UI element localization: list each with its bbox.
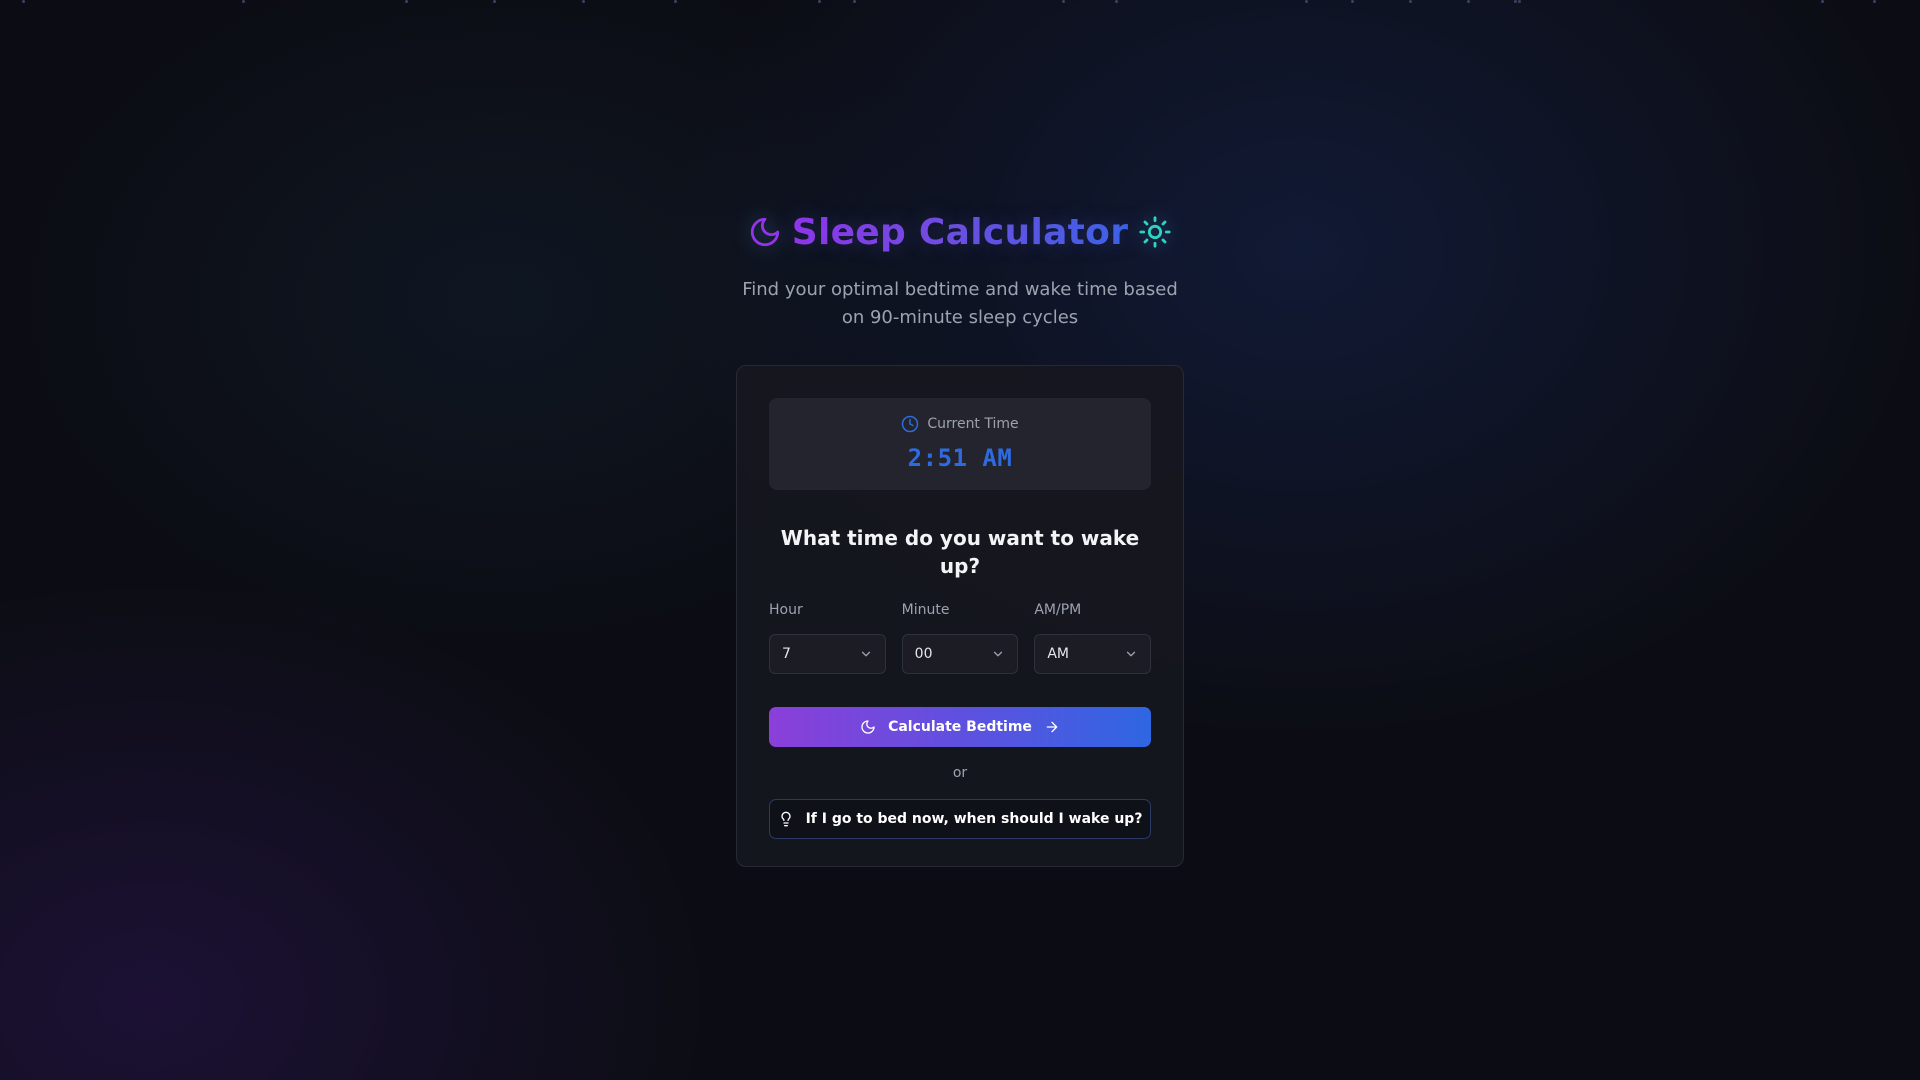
page-subtitle: Find your optimal bedtime and wake time … [742, 279, 1178, 328]
chevron-down-icon [859, 647, 873, 661]
bed-now-label: If I go to bed now, when should I wake u… [805, 811, 1143, 827]
chevron-down-icon [991, 647, 1005, 661]
hour-select[interactable]: 7 [769, 634, 886, 674]
moon-icon [860, 719, 876, 735]
bed-now-button[interactable]: If I go to bed now, when should I wake u… [769, 799, 1151, 839]
star [1467, 0, 1470, 3]
star [582, 0, 585, 3]
current-time-panel: Current Time 2:51 AM [769, 398, 1151, 490]
hour-label: Hour [769, 602, 803, 618]
page-title: Sleep Calculator [791, 211, 1129, 253]
time-selects: Hour 7 Minute 00 AM/PM AM [769, 602, 1152, 674]
star [1821, 0, 1824, 3]
ampm-label: AM/PM [1034, 602, 1082, 618]
lightbulb-icon [778, 811, 794, 827]
minute-select-value: 00 [914, 646, 933, 662]
minute-group: Minute 00 [901, 602, 1019, 674]
sun-icon [1138, 215, 1172, 249]
calculate-bedtime-button[interactable]: Calculate Bedtime [769, 707, 1151, 747]
or-divider: or [952, 765, 968, 781]
calculate-bedtime-label: Calculate Bedtime [888, 719, 1032, 735]
star [1873, 0, 1876, 3]
arrow-right-icon [1044, 719, 1060, 735]
ampm-select-value: AM [1047, 646, 1069, 662]
wake-question: What time do you want to wake up? [780, 526, 1140, 578]
star [674, 0, 677, 3]
star [493, 0, 496, 3]
page-header: Sleep Calculator Find your optimal bedti… [0, 200, 1920, 332]
minute-label: Minute [901, 602, 950, 618]
star [1518, 0, 1521, 3]
star [1062, 0, 1065, 3]
star [1351, 0, 1354, 3]
star [1305, 0, 1308, 3]
ampm-select[interactable]: AM [1034, 634, 1152, 674]
current-time-label: Current Time [927, 416, 1019, 432]
calculator-card: Current Time 2:51 AM What time do you wa… [736, 365, 1184, 867]
star [405, 0, 408, 3]
current-time-value: 2:51 AM [907, 444, 1013, 472]
star [818, 0, 821, 3]
ampm-group: AM/PM AM [1034, 602, 1152, 674]
starfield [0, 0, 1920, 6]
star [1514, 0, 1517, 3]
star [1409, 0, 1412, 3]
hour-select-value: 7 [782, 646, 791, 662]
hour-group: Hour 7 [769, 602, 886, 674]
title-row: Sleep Calculator [0, 200, 1920, 264]
current-time-label-row: Current Time [769, 414, 1151, 434]
star [853, 0, 856, 3]
clock-icon [901, 415, 919, 433]
moon-icon [748, 215, 782, 249]
chevron-down-icon [1124, 647, 1138, 661]
star [1115, 0, 1118, 3]
star [22, 0, 25, 3]
minute-select[interactable]: 00 [901, 634, 1019, 674]
star [242, 0, 245, 3]
